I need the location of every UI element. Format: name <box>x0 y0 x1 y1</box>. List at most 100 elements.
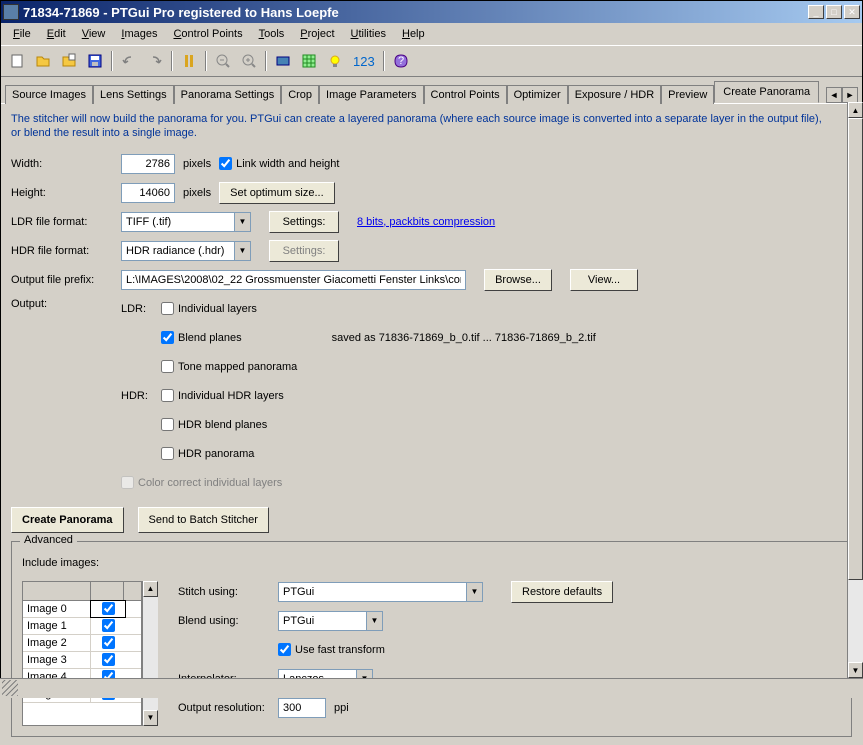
compression-link[interactable]: 8 bits, packbits compression <box>357 216 495 228</box>
hdr-blend-checkbox[interactable]: HDR blend planes <box>161 418 267 431</box>
stitch-using-label: Stitch using: <box>178 586 278 598</box>
ppi-label: ppi <box>334 702 349 714</box>
blend-using-combo[interactable]: PTGui▼ <box>278 611 383 631</box>
ldr-settings-button[interactable]: Settings: <box>269 211 339 233</box>
maximize-button[interactable]: □ <box>826 5 842 19</box>
menu-project[interactable]: Project <box>292 25 342 43</box>
panorama-editor-icon[interactable] <box>271 49 295 73</box>
image-include-checkbox[interactable] <box>102 602 115 615</box>
info-text: The stitcher will now build the panorama… <box>11 112 831 141</box>
image-row[interactable]: Image 2 <box>23 635 141 652</box>
color-correct-checkbox: Color correct individual layers <box>121 476 282 489</box>
app-icon <box>3 4 19 20</box>
toolbar: 123 ? <box>1 45 862 77</box>
browse-button[interactable]: Browse... <box>484 269 552 291</box>
image-row[interactable]: Image 3 <box>23 652 141 669</box>
menu-controlpoints[interactable]: Control Points <box>165 25 250 43</box>
img-scrollbar[interactable]: ▲ ▼ <box>142 581 158 726</box>
scroll-down-icon[interactable]: ▼ <box>143 710 158 726</box>
advanced-group: Advanced Include images: Image 0Image 1I… <box>11 541 852 737</box>
img-col-name[interactable] <box>23 582 91 600</box>
help-icon[interactable]: ? <box>389 49 413 73</box>
prefix-label: Output file prefix: <box>11 274 121 286</box>
width-input[interactable] <box>121 154 175 174</box>
tab-preview[interactable]: Preview <box>661 85 714 104</box>
menu-utilities[interactable]: Utilities <box>343 25 394 43</box>
image-row[interactable]: Image 0 <box>23 601 141 618</box>
minimize-button[interactable]: _ <box>808 5 824 19</box>
tab-optimizer[interactable]: Optimizer <box>507 85 568 104</box>
tools-icon[interactable] <box>177 49 201 73</box>
hdr-panorama-checkbox[interactable]: HDR panorama <box>161 447 254 460</box>
image-include-checkbox[interactable] <box>102 636 115 649</box>
link-checkbox[interactable]: Link width and height <box>219 157 339 170</box>
chevron-down-icon[interactable]: ▼ <box>366 612 382 630</box>
tab-scroll-left[interactable]: ◄ <box>826 87 842 103</box>
image-include-checkbox[interactable] <box>102 653 115 666</box>
scroll-down-icon[interactable]: ▼ <box>848 662 863 678</box>
image-name: Image 2 <box>23 635 91 651</box>
redo-icon[interactable] <box>143 49 167 73</box>
image-row[interactable]: Image 1 <box>23 618 141 635</box>
menu-edit[interactable]: Edit <box>39 25 74 43</box>
hdr-format-combo[interactable]: HDR radiance (.hdr)▼ <box>121 241 251 261</box>
tab-image-parameters[interactable]: Image Parameters <box>319 85 423 104</box>
fast-transform-checkbox[interactable]: Use fast transform <box>278 643 385 656</box>
individual-hdr-checkbox[interactable]: Individual HDR layers <box>161 389 284 402</box>
zoom-in-icon[interactable] <box>237 49 261 73</box>
tab-scroll-right[interactable]: ► <box>842 87 858 103</box>
ldr-format-combo[interactable]: TIFF (.tif)▼ <box>121 212 251 232</box>
image-include-checkbox[interactable] <box>102 619 115 632</box>
numeric-button[interactable]: 123 <box>349 54 379 69</box>
chevron-down-icon[interactable]: ▼ <box>234 213 250 231</box>
tab-panorama-settings[interactable]: Panorama Settings <box>174 85 282 104</box>
chevron-down-icon[interactable]: ▼ <box>466 583 482 601</box>
tone-mapped-checkbox[interactable]: Tone mapped panorama <box>161 360 297 373</box>
tab-create-panorama[interactable]: Create Panorama <box>714 81 819 103</box>
ldr-sublabel: LDR: <box>121 303 161 315</box>
menu-bar: File Edit View Images Control Points Too… <box>1 23 862 45</box>
image-name: Image 1 <box>23 618 91 634</box>
menu-images[interactable]: Images <box>113 25 165 43</box>
stitch-using-combo[interactable]: PTGui▼ <box>278 582 483 602</box>
tab-exposure-hdr[interactable]: Exposure / HDR <box>568 85 661 104</box>
menu-help[interactable]: Help <box>394 25 433 43</box>
tab-source-images[interactable]: Source Images <box>5 85 93 104</box>
resize-grip-icon[interactable] <box>2 680 18 696</box>
restore-defaults-button[interactable]: Restore defaults <box>511 581 613 603</box>
open-icon[interactable] <box>31 49 55 73</box>
zoom-out-icon[interactable] <box>211 49 235 73</box>
open-project-icon[interactable] <box>57 49 81 73</box>
create-panorama-button[interactable]: Create Panorama <box>11 507 124 533</box>
save-icon[interactable] <box>83 49 107 73</box>
undo-icon[interactable] <box>117 49 141 73</box>
include-images-table[interactable]: Image 0Image 1Image 2Image 3Image 4Image… <box>22 581 142 726</box>
main-scrollbar[interactable]: ▲ ▼ <box>847 102 863 678</box>
scroll-up-icon[interactable]: ▲ <box>848 102 863 118</box>
set-optimum-button[interactable]: Set optimum size... <box>219 182 335 204</box>
view-button[interactable]: View... <box>570 269 638 291</box>
menu-tools[interactable]: Tools <box>251 25 293 43</box>
tab-lens-settings[interactable]: Lens Settings <box>93 85 174 104</box>
scroll-up-icon[interactable]: ▲ <box>143 581 158 597</box>
new-icon[interactable] <box>5 49 29 73</box>
close-button[interactable]: ✕ <box>844 5 860 19</box>
batch-stitcher-button[interactable]: Send to Batch Stitcher <box>138 507 269 533</box>
ldr-format-label: LDR file format: <box>11 216 121 228</box>
menu-view[interactable]: View <box>74 25 114 43</box>
chevron-down-icon[interactable]: ▼ <box>234 242 250 260</box>
height-input[interactable] <box>121 183 175 203</box>
output-resolution-label: Output resolution: <box>178 702 278 714</box>
prefix-input[interactable] <box>121 270 466 290</box>
blend-planes-checkbox[interactable]: Blend planes <box>161 331 242 344</box>
bulb-icon[interactable] <box>323 49 347 73</box>
tab-control-points[interactable]: Control Points <box>424 85 507 104</box>
image-name: Image 0 <box>23 601 91 617</box>
individual-layers-checkbox[interactable]: Individual layers <box>161 302 257 315</box>
menu-file[interactable]: File <box>5 25 39 43</box>
grid-icon[interactable] <box>297 49 321 73</box>
img-col-check[interactable] <box>91 582 124 600</box>
width-units: pixels <box>183 158 211 170</box>
resolution-input[interactable] <box>278 698 326 718</box>
tab-crop[interactable]: Crop <box>281 85 319 104</box>
